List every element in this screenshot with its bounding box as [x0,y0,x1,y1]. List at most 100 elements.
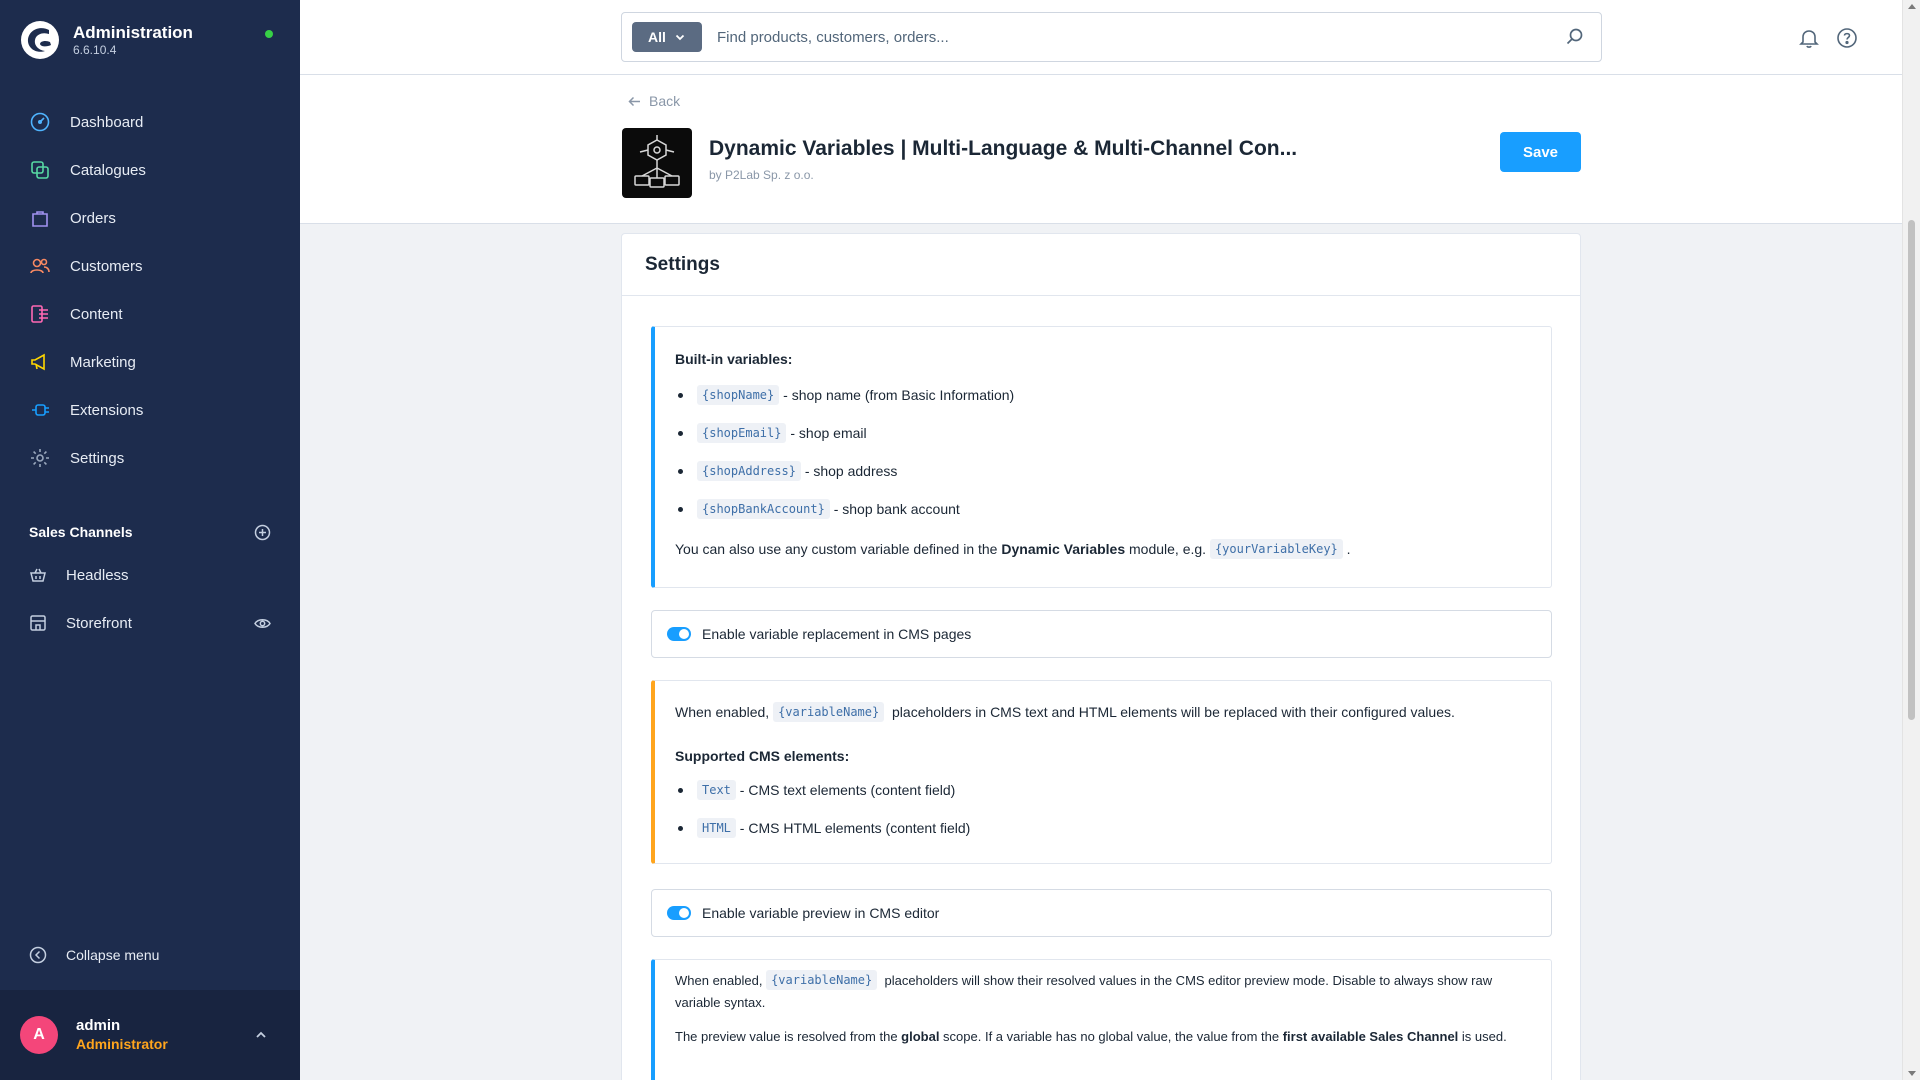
content-icon [31,305,48,323]
nav-label: Settings [70,449,125,467]
avatar[interactable]: A [20,1016,58,1054]
nav-label: Dashboard [70,113,144,131]
variable-code: {shopEmail} [697,423,787,443]
online-status-dot [265,30,273,38]
network-logo-icon [634,135,680,188]
sales-channel-storefront[interactable]: Storefront [29,611,271,635]
extension-vendor: by P2Lab Sp. z o.o. [709,168,814,182]
search-type-select[interactable]: All [632,22,702,52]
variable-desc: - shop address [804,463,898,479]
sales-channels-header: Sales Channels [29,520,271,544]
back-link[interactable]: Back [628,93,680,109]
chevron-up-icon[interactable] [254,1028,268,1042]
search-icon[interactable] [1565,27,1585,47]
user-name: admin [76,1017,121,1034]
sales-channel-label: Headless [66,566,129,584]
sales-channel-label: Storefront [66,614,132,632]
nav-item-catalogues[interactable]: Catalogues [0,146,300,194]
nav-label: Marketing [70,353,136,371]
element-code: Text [697,780,736,800]
nav-label: Content [70,305,123,323]
card-title: Settings [645,253,720,275]
sales-channels-title: Sales Channels [29,524,133,540]
arrow-left-icon [628,96,640,106]
preview-scope-text: The preview value is resolved from the g… [675,1029,1507,1044]
settings-card: Settings Built-in variables: {shopName} … [621,233,1581,1080]
gauge-icon [30,112,50,132]
cms-replacement-toggle[interactable] [667,627,691,641]
search-input[interactable] [717,28,1537,46]
app-title: Administration [73,23,193,42]
list-item: {shopName} - shop name (from Basic Infor… [675,376,1551,414]
nav-item-content[interactable]: Content [0,290,300,338]
toggle-label: Enable variable replacement in CMS pages [702,626,972,642]
brand[interactable]: Administration 6.6.10.4 [20,20,193,60]
top-bar: All [300,0,1902,75]
variable-code: {shopBankAccount} [697,499,830,519]
cms-preview-toggle-row[interactable]: Enable variable preview in CMS editor [651,889,1552,937]
card-header: Settings [622,234,1580,296]
variable-desc: - shop name (from Basic Information) [783,387,1015,403]
notification-bell-icon[interactable] [1798,27,1820,49]
variable-code: {shopAddress} [697,461,801,481]
variable-code: {variableName} [766,970,878,990]
search-type-label: All [648,29,666,45]
nav-item-marketing[interactable]: Marketing [0,338,300,386]
collapse-menu-button[interactable]: Collapse menu [29,946,159,964]
catalogue-icon [31,161,49,179]
builtin-variables-list: {shopName} - shop name (from Basic Infor… [675,376,1551,528]
element-desc: - CMS HTML elements (content field) [739,820,971,836]
help-icon[interactable] [1836,27,1858,49]
builtin-variables-info: Built-in variables: {shopName} - shop na… [651,326,1552,588]
back-label: Back [649,93,681,109]
builtin-heading: Built-in variables: [675,351,793,367]
variable-desc: - shop bank account [833,501,960,517]
scroll-down-arrow-icon[interactable] [1908,1071,1916,1076]
page-title: Dynamic Variables | Multi-Language & Mul… [709,137,1298,160]
main-nav: Dashboard Catalogues Orders Customers Co… [0,98,300,482]
plug-icon [32,404,49,416]
nav-label: Customers [70,257,143,275]
storefront-icon [30,615,46,631]
page-header: Back Dynamic Variables | Multi-Language … [300,75,1902,224]
nav-item-extensions[interactable]: Extensions [0,386,300,434]
scroll-up-arrow-icon[interactable] [1908,4,1916,9]
shopware-logo-icon [21,21,59,59]
app-version: 6.6.10.4 [73,43,117,57]
sales-channel-headless[interactable]: Headless [29,563,271,587]
eye-icon[interactable] [254,615,271,632]
cms-replacement-toggle-row[interactable]: Enable variable replacement in CMS pages [651,610,1552,658]
cms-elements-list: Text - CMS text elements (content field)… [675,771,1551,847]
megaphone-icon [31,353,45,371]
gear-icon [31,449,49,467]
chevron-down-icon [675,34,685,41]
cms-preview-info: When enabled, {variableName} placeholder… [651,959,1552,1080]
preview-info-text: When enabled, {variableName} placeholder… [675,970,1521,1014]
cms-info-text: When enabled, {variableName} placeholder… [675,702,1455,722]
cms-elements-heading: Supported CMS elements: [675,748,850,764]
add-circle-icon[interactable] [254,524,271,541]
nav-item-customers[interactable]: Customers [0,242,300,290]
collapse-menu-label: Collapse menu [66,947,160,963]
custom-variable-note: You can also use any custom variable def… [675,539,1351,559]
toggle-label: Enable variable preview in CMS editor [702,905,940,921]
list-item: Text - CMS text elements (content field) [675,771,1551,809]
scrollbar-thumb[interactable] [1908,220,1915,720]
list-item: {shopAddress} - shop address [675,452,1551,490]
nav-item-settings[interactable]: Settings [0,434,300,482]
page-scrollbar[interactable] [1902,0,1920,1080]
list-item: {shopBankAccount} - shop bank account [675,490,1551,528]
customers-icon [30,258,50,274]
user-role: Administrator [76,1036,168,1052]
element-desc: - CMS text elements (content field) [739,782,956,798]
chevron-left-circle-icon [29,946,47,964]
list-item: {shopEmail} - shop email [675,414,1551,452]
save-button[interactable]: Save [1500,132,1581,172]
nav-item-dashboard[interactable]: Dashboard [0,98,300,146]
variable-code: {shopName} [697,385,780,405]
cms-preview-toggle[interactable] [667,906,691,920]
variable-code: {yourVariableKey} [1209,539,1343,559]
nav-item-orders[interactable]: Orders [0,194,300,242]
basket-icon [30,568,46,582]
nav-label: Extensions [70,401,144,419]
